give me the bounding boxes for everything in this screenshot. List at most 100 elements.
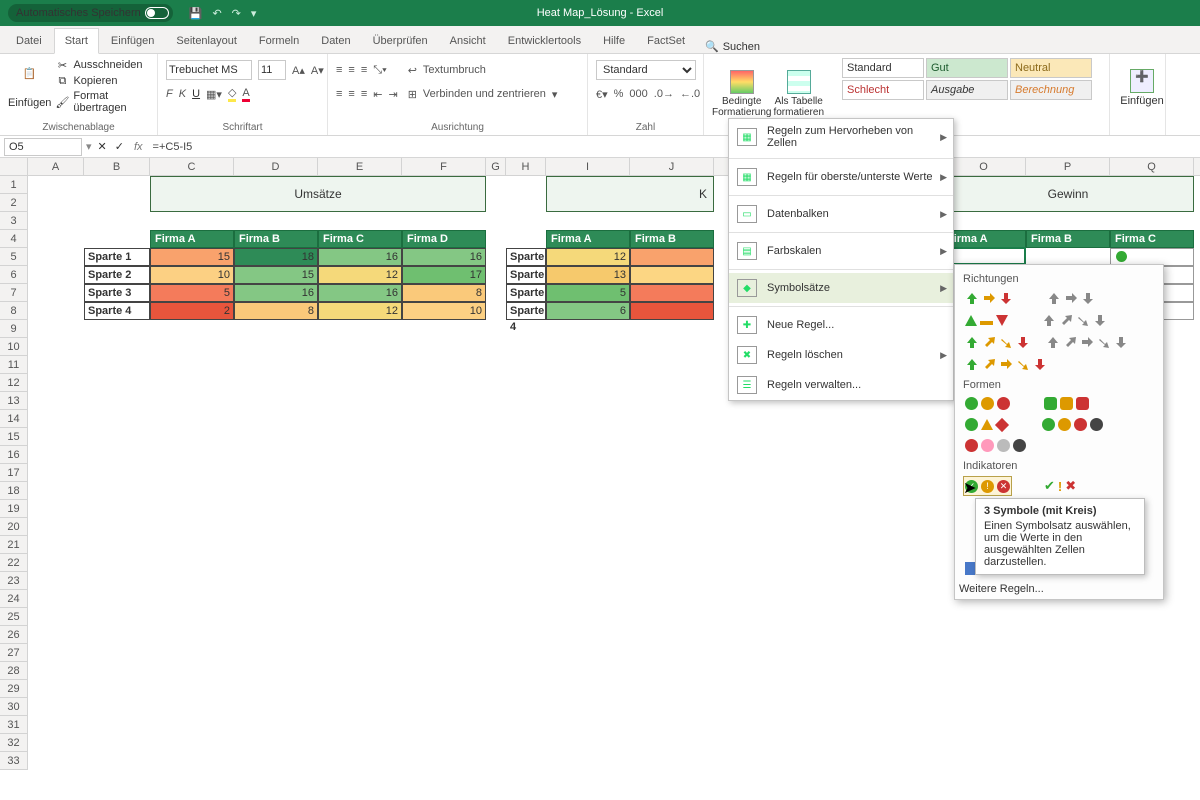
cell[interactable] (630, 248, 714, 266)
fill-color-icon[interactable]: ◇ (228, 86, 236, 102)
tab-entwicklertools[interactable]: Entwicklertools (498, 29, 591, 53)
cell[interactable]: 15 (234, 266, 318, 284)
cell[interactable]: 13 (546, 266, 630, 284)
tab-formeln[interactable]: Formeln (249, 29, 309, 53)
col-header[interactable]: C (150, 158, 234, 175)
undo-icon[interactable]: ↶ (212, 7, 221, 20)
cell[interactable]: Sparte 3 (506, 284, 546, 302)
row-header[interactable]: 19 (0, 500, 28, 518)
cell[interactable]: 15 (150, 248, 234, 266)
row-header[interactable]: 31 (0, 716, 28, 734)
row-header[interactable]: 14 (0, 410, 28, 428)
cell[interactable] (630, 284, 714, 302)
cell[interactable]: 10 (402, 302, 486, 320)
iconset-3signs[interactable] (963, 416, 1010, 433)
cell[interactable]: Sparte 4 (506, 302, 546, 320)
iconset-5arrows-gray[interactable] (1044, 333, 1130, 351)
cell[interactable]: 12 (318, 302, 402, 320)
cell[interactable]: Firma A (546, 230, 630, 248)
copy-button[interactable]: ⧉Kopieren (55, 74, 149, 88)
row-header[interactable]: 24 (0, 590, 28, 608)
iconset-3symbols-uncircled[interactable]: ✔!✖ (1042, 476, 1078, 496)
decrease-font-icon[interactable]: A▾ (311, 64, 324, 77)
col-header[interactable]: A (28, 158, 84, 175)
cell[interactable]: 12 (546, 248, 630, 266)
cell[interactable]: K (546, 176, 714, 212)
cell[interactable] (630, 266, 714, 284)
cell[interactable]: Firma B (234, 230, 318, 248)
decrease-decimal-icon[interactable]: ←.0 (680, 88, 700, 100)
insert-cells-button[interactable]: ➕ Einfügen (1118, 58, 1166, 118)
cell[interactable]: 18 (234, 248, 318, 266)
menu-icon-sets[interactable]: ◆Symbolsätze▶ (729, 273, 953, 303)
cell[interactable]: Firma A (150, 230, 234, 248)
iconset-3arrows-colored[interactable] (963, 289, 1015, 307)
confirm-formula-icon[interactable]: ✓ (115, 140, 124, 153)
fx-icon[interactable]: fx (130, 141, 147, 153)
style-gut[interactable]: Gut (926, 58, 1008, 78)
iconset-3symbols-circled[interactable]: ✓!✕ (963, 476, 1012, 496)
row-header[interactable]: 29 (0, 680, 28, 698)
align-top-icon[interactable]: ≡ (336, 64, 342, 76)
col-header[interactable]: I (546, 158, 630, 175)
row-header[interactable]: 13 (0, 392, 28, 410)
cell[interactable]: Sparte 2 (84, 266, 150, 284)
currency-icon[interactable]: €▾ (596, 88, 608, 101)
cell[interactable]: Sparte 2 (506, 266, 546, 284)
paste-button[interactable]: 📋 Einfügen (8, 58, 51, 118)
style-standard[interactable]: Standard (842, 58, 924, 78)
cell[interactable]: Sparte 1 (506, 248, 546, 266)
iconset-redtoblack[interactable] (963, 437, 1028, 454)
row-header[interactable]: 30 (0, 698, 28, 716)
font-color-icon[interactable]: A (242, 87, 249, 102)
col-header[interactable]: P (1026, 158, 1110, 175)
row-header[interactable]: 25 (0, 608, 28, 626)
number-format-select[interactable]: Standard (596, 60, 696, 80)
row-header[interactable]: 18 (0, 482, 28, 500)
style-neutral[interactable]: Neutral (1010, 58, 1092, 78)
align-right-icon[interactable]: ≡ (361, 88, 367, 100)
tab-start[interactable]: Start (54, 28, 99, 54)
cell[interactable]: 17 (402, 266, 486, 284)
row-header[interactable]: 32 (0, 734, 28, 752)
row-header[interactable]: 12 (0, 374, 28, 392)
tab-datei[interactable]: Datei (6, 29, 52, 53)
bold-icon[interactable]: F (166, 88, 173, 100)
cell[interactable]: Firma B (630, 230, 714, 248)
qat-dropdown-icon[interactable]: ▾ (251, 7, 257, 20)
iconset-4trafficlights[interactable] (1040, 416, 1105, 433)
tab-daten[interactable]: Daten (311, 29, 360, 53)
cell[interactable]: 5 (150, 284, 234, 302)
col-header[interactable]: O (942, 158, 1026, 175)
tab-ueberpruefen[interactable]: Überprüfen (363, 29, 438, 53)
cell[interactable]: 16 (318, 284, 402, 302)
cancel-formula-icon[interactable]: ✕ (98, 140, 107, 153)
wrap-text-button[interactable]: ↩Textumbruch (408, 60, 558, 80)
row-header[interactable]: 28 (0, 662, 28, 680)
cell[interactable]: 12 (318, 266, 402, 284)
cell[interactable]: Firma A (942, 230, 1026, 248)
cell[interactable]: 10 (150, 266, 234, 284)
cell[interactable]: Firma C (318, 230, 402, 248)
iconset-3trafficlights-rimmed[interactable] (1042, 395, 1091, 412)
decrease-indent-icon[interactable]: ⇤ (373, 88, 382, 101)
row-header[interactable]: 22 (0, 554, 28, 572)
row-header[interactable]: 23 (0, 572, 28, 590)
row-header[interactable]: 5 (0, 248, 28, 266)
row-header[interactable]: 6 (0, 266, 28, 284)
align-center-icon[interactable]: ≡ (348, 88, 354, 100)
col-header[interactable]: Q (1110, 158, 1194, 175)
increase-indent-icon[interactable]: ⇥ (388, 88, 397, 101)
cell[interactable]: Gewinn (942, 176, 1194, 212)
iconset-5arrows-colored[interactable] (963, 355, 1049, 373)
underline-icon[interactable]: U (192, 88, 200, 100)
gallery-more-rules[interactable]: Weitere Regeln... (959, 583, 1159, 595)
increase-font-icon[interactable]: A▴ (292, 64, 305, 77)
style-schlecht[interactable]: Schlecht (842, 80, 924, 100)
redo-icon[interactable]: ↷ (232, 7, 241, 20)
style-berechnung[interactable]: Berechnung (1010, 80, 1092, 100)
row-header[interactable]: 20 (0, 518, 28, 536)
row-header[interactable]: 1 (0, 176, 28, 194)
menu-data-bars[interactable]: ▭Datenbalken▶ (729, 199, 953, 229)
cell[interactable]: Firma D (402, 230, 486, 248)
